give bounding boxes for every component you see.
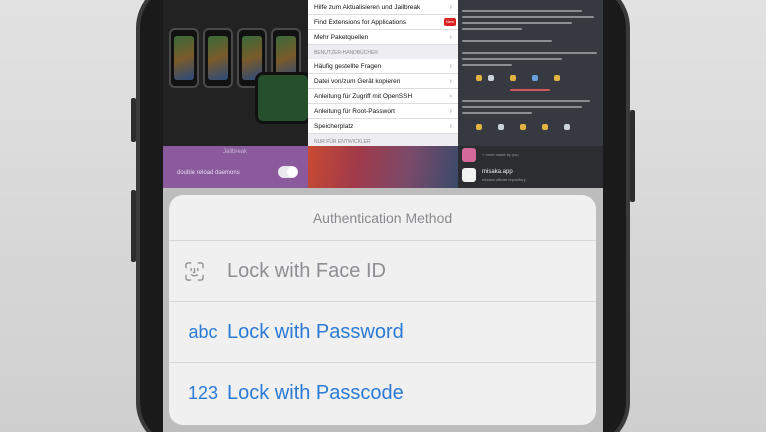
abc-icon: abc: [188, 322, 218, 342]
menu-row-label: Datei von/zum Gerät kopieren: [314, 78, 401, 85]
repo-top-line: + more made by you: [482, 152, 519, 157]
menu-row[interactable]: Häufig gestellte Fragen ›: [308, 59, 458, 74]
menu-row-label: Häufig gestellte Fragen: [314, 63, 382, 70]
menu-row-label: Find Extensions for Applications: [314, 19, 407, 26]
lock-with-passcode-option[interactable]: 123 Lock with Passcode: [169, 363, 596, 424]
chevron-right-icon: ›: [449, 78, 452, 85]
section-header: NUR FÜR ENTWICKLER: [308, 134, 458, 146]
password-option-label: Lock with Password: [227, 321, 404, 343]
menu-row[interactable]: Find Extensions for Applications New: [308, 15, 458, 30]
menu-row-label: Speicherplatz: [314, 123, 354, 130]
menu-row[interactable]: Speicherplatz ›: [308, 119, 458, 134]
authentication-method-sheet: Authentication Method Lock with Face ID …: [169, 195, 596, 425]
menu-row[interactable]: Datei von/zum Gerät kopieren ›: [308, 74, 458, 89]
lock-with-face-id-option[interactable]: Lock with Face ID: [169, 241, 596, 302]
123-icon: 123: [187, 383, 219, 403]
face-id-option-label: Lock with Face ID: [227, 260, 386, 282]
game-screenshot-tile: [163, 0, 308, 146]
chat-screenshot-tile: [458, 0, 603, 146]
chevron-right-icon: ›: [449, 34, 452, 41]
face-id-icon: [185, 262, 204, 281]
sheet-title: Authentication Method: [169, 195, 596, 241]
wallpaper-tile: [308, 146, 458, 188]
jailbreak-settings-tile: Jailbreak double reload daemons: [163, 146, 308, 188]
package-manager-menu: Hilfe zum Aktualisieren und Jailbreak › F…: [308, 0, 458, 146]
menu-row[interactable]: Hilfe zum Aktualisieren und Jailbreak ›: [308, 0, 458, 15]
repo-app-sub: misaka official repository: [482, 177, 526, 182]
lock-with-password-option[interactable]: abc Lock with Password: [169, 302, 596, 363]
jailbreak-option-label: double reload daemons: [177, 170, 240, 176]
jailbreak-title: Jailbreak: [223, 149, 248, 155]
app-icon: [462, 148, 476, 162]
chevron-right-icon: ›: [449, 63, 452, 70]
reload-daemons-toggle[interactable]: [278, 166, 298, 178]
chevron-right-icon: ›: [449, 4, 452, 11]
misaka-app-icon: [462, 168, 476, 182]
chevron-right-icon: ›: [449, 108, 452, 115]
chevron-right-icon: ›: [449, 93, 452, 100]
phone-side-button-3: [630, 110, 635, 202]
repo-list-tile: + more made by you misaka.app misaka off…: [458, 146, 603, 188]
game-device-image: [255, 72, 308, 124]
menu-row-label: Hilfe zum Aktualisieren und Jailbreak: [314, 4, 421, 11]
menu-row[interactable]: Mehr Paketquellen ›: [308, 30, 458, 45]
repo-app-name: misaka.app: [482, 169, 513, 175]
menu-row-label: Anleitung für Root-Passwort: [314, 108, 395, 115]
menu-row[interactable]: Anleitung für Zugriff mit OpenSSH ›: [308, 89, 458, 104]
menu-row-label: Anleitung für Zugriff mit OpenSSH: [314, 93, 413, 100]
chevron-right-icon: ›: [449, 123, 452, 130]
stage: Hilfe zum Aktualisieren und Jailbreak › F…: [0, 0, 766, 432]
menu-row[interactable]: Anleitung für Root-Passwort ›: [308, 104, 458, 119]
menu-row-label: Mehr Paketquellen: [314, 34, 369, 41]
new-badge: New: [443, 18, 456, 26]
section-header: BENUTZER-HANDBÜCHER: [308, 45, 458, 59]
passcode-option-label: Lock with Passcode: [227, 382, 404, 404]
